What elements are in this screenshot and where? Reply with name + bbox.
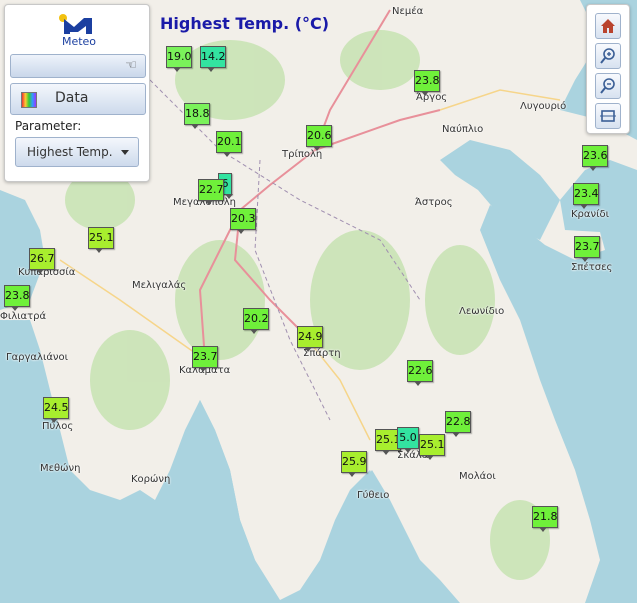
station-marker[interactable]: 20.1 bbox=[216, 131, 242, 157]
station-marker[interactable]: 22.8 bbox=[445, 411, 471, 437]
place-label: Ναύπλιο bbox=[442, 124, 484, 135]
parameter-select-value: Highest Temp. bbox=[27, 145, 113, 159]
zoom-extent-icon bbox=[600, 110, 616, 122]
place-label: Λεωνίδιο bbox=[459, 306, 505, 317]
chevron-down-icon bbox=[121, 150, 129, 155]
meteo-logo-icon bbox=[59, 14, 92, 34]
control-panel: Meteo ☜ Data Parameter: Highest Temp. bbox=[4, 4, 150, 182]
hand-icon[interactable]: ☜ bbox=[125, 58, 137, 73]
station-marker[interactable]: 5.0 bbox=[397, 427, 419, 453]
station-marker[interactable]: 23.6 bbox=[582, 145, 608, 171]
station-marker[interactable]: 25.1 bbox=[88, 227, 114, 253]
place-label: Νεμέα bbox=[392, 6, 424, 17]
data-button[interactable]: Data bbox=[10, 83, 146, 115]
station-marker[interactable]: 19.0 bbox=[166, 46, 192, 72]
time-slider[interactable]: ☜ bbox=[10, 54, 146, 78]
place-label: Κορώνη bbox=[131, 474, 171, 485]
station-marker[interactable]: 18.8 bbox=[184, 103, 210, 129]
parameter-select[interactable]: Highest Temp. bbox=[15, 137, 139, 167]
zoom-out-icon bbox=[600, 78, 615, 94]
station-marker[interactable]: 24.9 bbox=[297, 326, 323, 352]
data-button-label: Data bbox=[55, 90, 89, 106]
zoom-in-icon bbox=[600, 48, 615, 64]
station-marker[interactable]: 23.8 bbox=[4, 285, 30, 311]
home-button[interactable] bbox=[595, 13, 621, 39]
station-marker[interactable]: 20.3 bbox=[230, 208, 256, 234]
station-marker[interactable]: 14.2 bbox=[200, 46, 226, 72]
logo-text: Meteo bbox=[61, 35, 97, 48]
place-label: Λυγουριό bbox=[520, 101, 567, 112]
station-marker[interactable]: 26.7 bbox=[29, 248, 55, 274]
station-marker[interactable]: 22.6 bbox=[407, 360, 433, 386]
station-marker[interactable]: 23.8 bbox=[414, 70, 440, 96]
zoom-in-button[interactable] bbox=[595, 43, 621, 69]
palette-icon bbox=[21, 92, 37, 108]
place-label: Φιλιατρά bbox=[0, 311, 47, 322]
zoom-out-button[interactable] bbox=[595, 73, 621, 99]
station-marker[interactable]: 25.1 bbox=[419, 434, 445, 460]
station-marker[interactable]: 25.9 bbox=[341, 451, 367, 477]
place-label: Κρανίδι bbox=[571, 209, 609, 220]
place-label: Μελιγαλάς bbox=[132, 280, 187, 291]
station-marker[interactable]: 20.6 bbox=[306, 125, 332, 151]
map-tools bbox=[586, 4, 630, 134]
map-title: Highest Temp. (°C) bbox=[160, 14, 330, 33]
place-label: Σπέτσες bbox=[571, 262, 613, 273]
place-label: Γύθειο bbox=[357, 490, 390, 501]
place-label: Άστρος bbox=[415, 197, 453, 208]
meteo-logo: Meteo bbox=[56, 13, 102, 51]
place-label: Μεθώνη bbox=[40, 463, 81, 474]
station-marker[interactable]: 23.7 bbox=[574, 236, 600, 262]
station-marker[interactable]: 21.8 bbox=[532, 506, 558, 532]
station-marker[interactable]: 23.4 bbox=[573, 183, 599, 209]
place-label: Γαργαλιάνοι bbox=[6, 352, 69, 363]
station-marker[interactable]: 22.7 bbox=[198, 179, 224, 205]
station-marker[interactable]: 24.5 bbox=[43, 397, 69, 423]
zoom-extent-button[interactable] bbox=[595, 103, 621, 129]
home-icon bbox=[601, 19, 615, 33]
parameter-label: Parameter: bbox=[15, 119, 82, 133]
place-label: Μολάοι bbox=[459, 471, 496, 482]
station-marker[interactable]: 20.2 bbox=[243, 308, 269, 334]
station-marker[interactable]: 23.7 bbox=[192, 346, 218, 372]
